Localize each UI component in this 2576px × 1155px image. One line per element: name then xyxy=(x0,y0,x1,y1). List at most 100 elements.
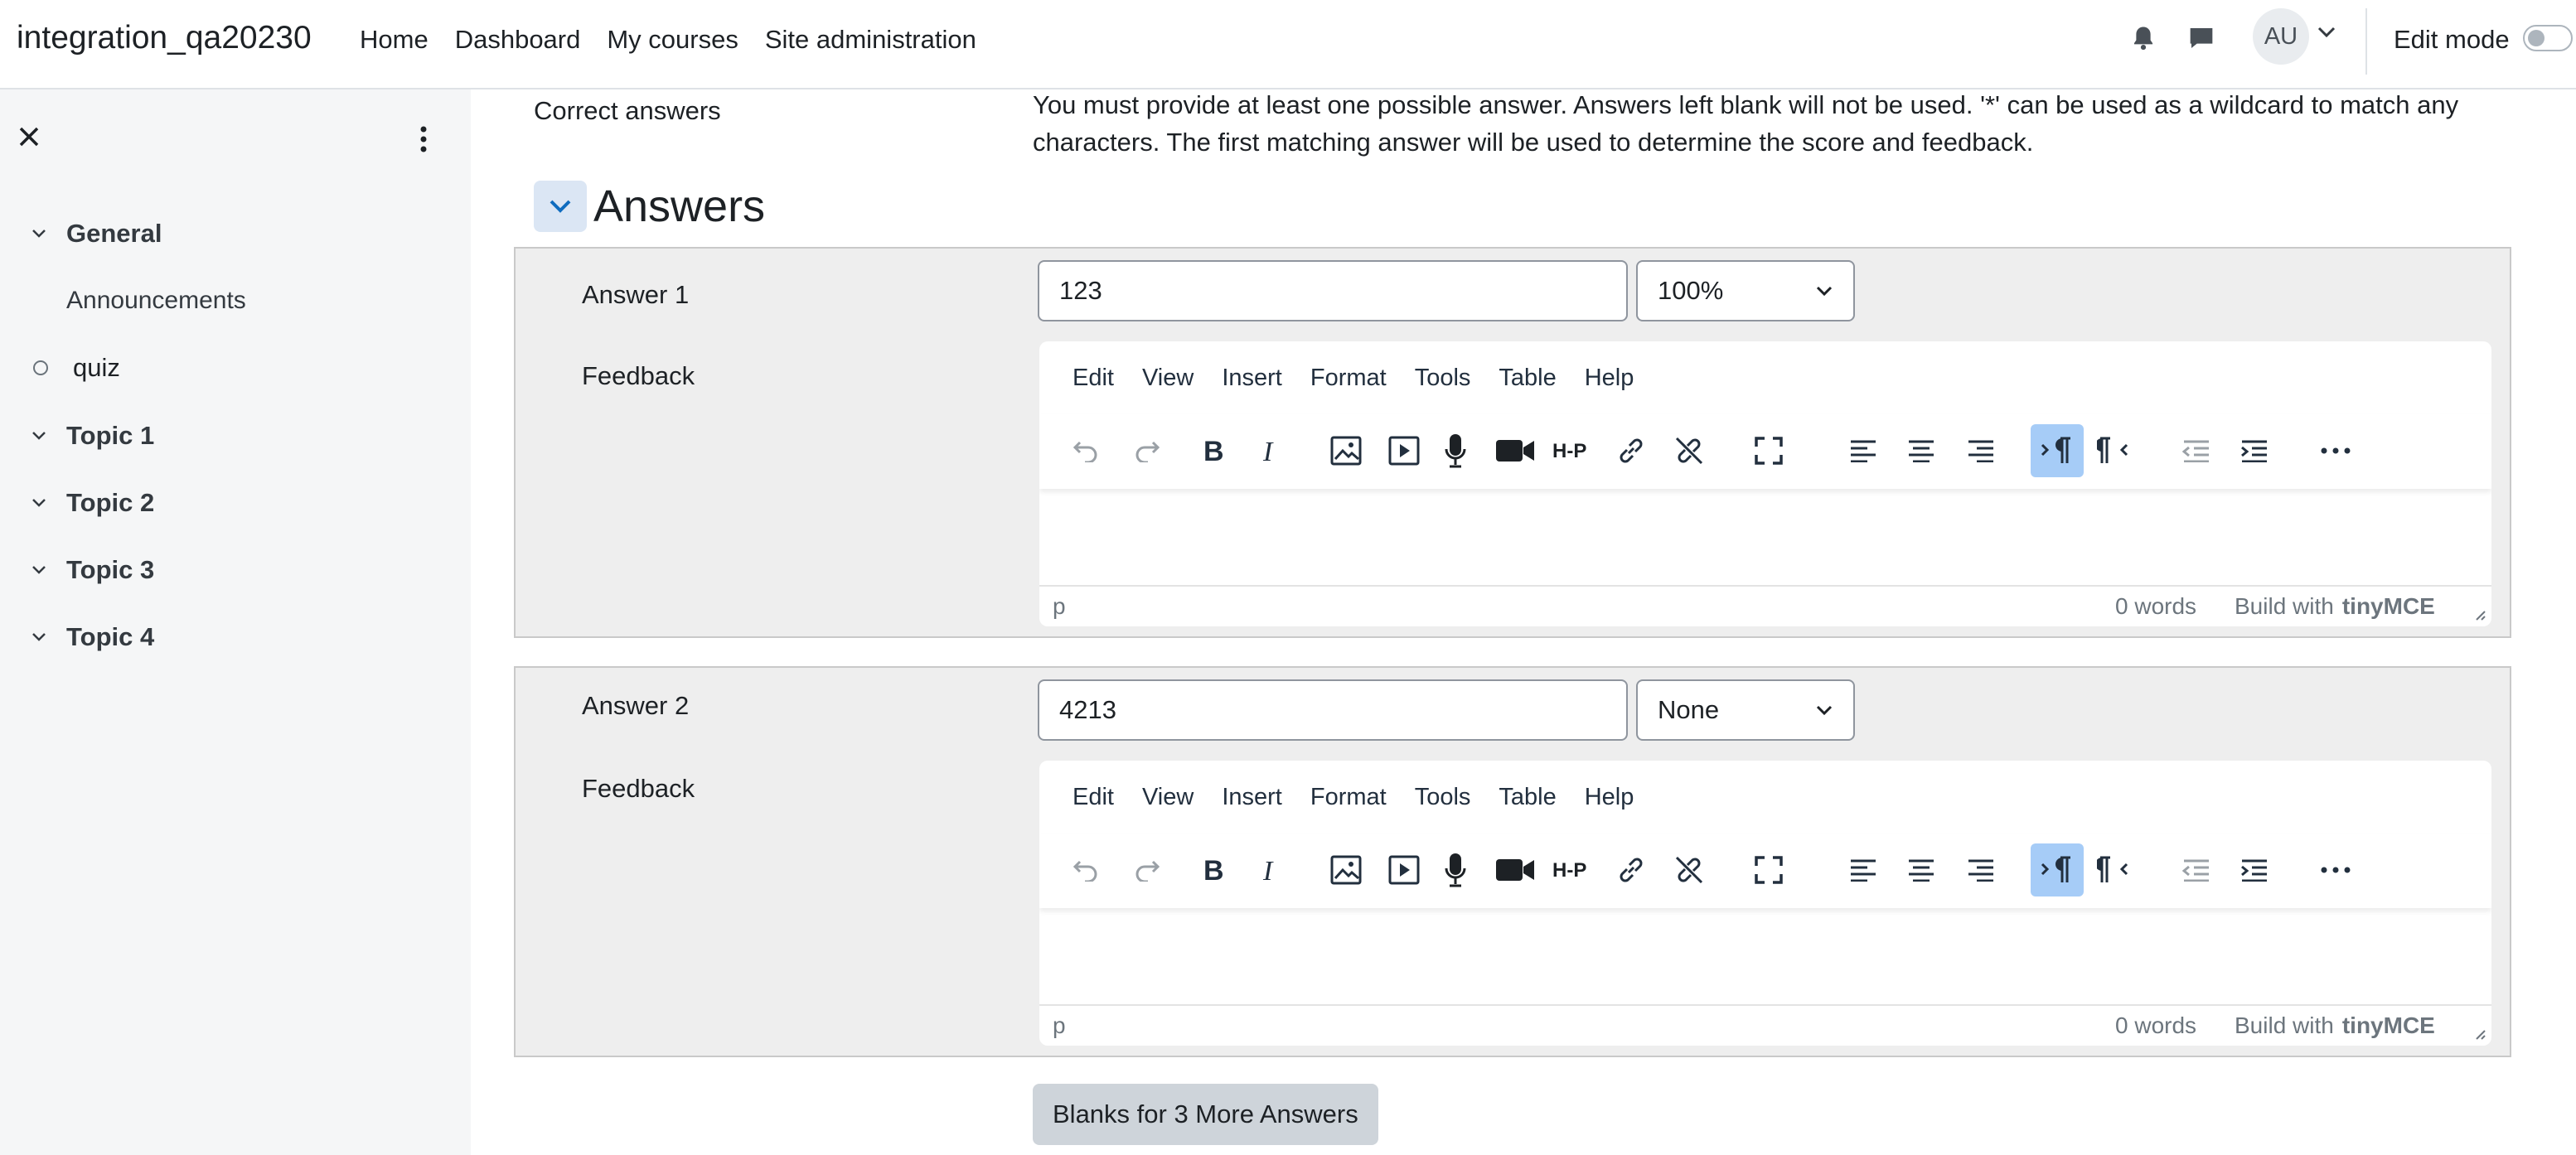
tinymce-branding[interactable]: Build with tinyMCE xyxy=(2235,1012,2435,1039)
h5p-icon[interactable]: H-P xyxy=(1547,424,1600,477)
nav-home[interactable]: Home xyxy=(360,25,429,55)
notifications-bell-icon[interactable] xyxy=(2127,22,2160,55)
undo-icon[interactable] xyxy=(1059,843,1112,896)
tinymce-branding[interactable]: Build with tinyMCE xyxy=(2235,593,2435,620)
rtl-icon[interactable] xyxy=(2087,424,2140,477)
nav-dashboard[interactable]: Dashboard xyxy=(455,25,581,55)
align-center-icon[interactable] xyxy=(1895,843,1948,896)
menu-view[interactable]: View xyxy=(1142,784,1194,811)
element-path[interactable]: p xyxy=(1053,593,1066,620)
link-icon[interactable] xyxy=(1605,424,1658,477)
menu-format[interactable]: Format xyxy=(1310,365,1387,392)
ltr-icon[interactable] xyxy=(2031,424,2084,477)
indent-icon[interactable] xyxy=(2228,843,2281,896)
menu-help[interactable]: Help xyxy=(1585,784,1634,811)
more-icon[interactable] xyxy=(2309,843,2362,896)
chevron-down-icon[interactable] xyxy=(28,565,50,575)
sidebar-item-announcements[interactable]: Announcements xyxy=(66,287,246,315)
redo-icon[interactable] xyxy=(1121,843,1174,896)
user-menu-chevron-down-icon[interactable] xyxy=(2317,27,2336,42)
image-icon[interactable] xyxy=(1319,424,1373,477)
answer-2-grade-select[interactable]: None xyxy=(1636,679,1855,741)
menu-edit[interactable]: Edit xyxy=(1073,784,1114,811)
site-name[interactable]: integration_qa20230 xyxy=(17,20,312,56)
sidebar-item-quiz[interactable]: quiz xyxy=(30,353,120,383)
h5p-icon[interactable]: H-P xyxy=(1547,843,1600,896)
word-count[interactable]: 0 words xyxy=(2115,593,2196,620)
menu-insert[interactable]: Insert xyxy=(1222,365,1282,392)
menu-help[interactable]: Help xyxy=(1585,365,1634,392)
media-icon[interactable] xyxy=(1378,424,1431,477)
sidebar-section-topic-1[interactable]: Topic 1 xyxy=(28,421,154,451)
sidebar-section-general[interactable]: General xyxy=(28,219,162,249)
media-icon[interactable] xyxy=(1378,843,1431,896)
align-center-icon[interactable] xyxy=(1895,424,1948,477)
align-left-icon[interactable] xyxy=(1837,424,1890,477)
rtl-icon[interactable] xyxy=(2087,843,2140,896)
collapse-answers-chevron-icon[interactable] xyxy=(534,181,587,232)
feedback-2-text-area[interactable] xyxy=(1039,908,2491,1006)
fullscreen-icon[interactable] xyxy=(1742,843,1795,896)
unlink-icon[interactable] xyxy=(1663,424,1716,477)
menu-tools[interactable]: Tools xyxy=(1415,784,1471,811)
blanks-for-more-answers-button[interactable]: Blanks for 3 More Answers xyxy=(1033,1084,1378,1145)
more-icon[interactable] xyxy=(2309,424,2362,477)
nav-my-courses[interactable]: My courses xyxy=(607,25,738,55)
resize-handle-icon[interactable] xyxy=(2473,1027,2486,1041)
svg-text:H-P: H-P xyxy=(1552,859,1586,882)
feedback-1-editor: Edit View Insert Format Tools Table Help… xyxy=(1039,341,2491,626)
menu-edit[interactable]: Edit xyxy=(1073,365,1114,392)
bold-icon[interactable]: B xyxy=(1185,424,1238,477)
image-icon[interactable] xyxy=(1319,843,1373,896)
menu-table[interactable]: Table xyxy=(1499,365,1556,392)
outdent-icon[interactable] xyxy=(2170,424,2223,477)
answer-1-input[interactable]: 123 xyxy=(1038,260,1628,321)
record-audio-icon[interactable] xyxy=(1429,424,1482,477)
drawer-options-kebab-icon[interactable] xyxy=(419,126,428,157)
menu-tools[interactable]: Tools xyxy=(1415,365,1471,392)
chevron-down-icon[interactable] xyxy=(28,498,50,508)
nav-site-administration[interactable]: Site administration xyxy=(765,25,976,55)
menu-table[interactable]: Table xyxy=(1499,784,1556,811)
align-left-icon[interactable] xyxy=(1837,843,1890,896)
resize-handle-icon[interactable] xyxy=(2473,608,2486,621)
fullscreen-icon[interactable] xyxy=(1742,424,1795,477)
sidebar-item-label: Topic 1 xyxy=(66,421,155,450)
word-count[interactable]: 0 words xyxy=(2115,1012,2196,1039)
chevron-down-icon[interactable] xyxy=(28,229,50,239)
record-video-icon[interactable] xyxy=(1489,424,1542,477)
ltr-icon[interactable] xyxy=(2031,843,2084,896)
sidebar-section-topic-3[interactable]: Topic 3 xyxy=(28,555,154,585)
record-video-icon[interactable] xyxy=(1489,843,1542,896)
align-right-icon[interactable] xyxy=(1954,424,2007,477)
align-right-icon[interactable] xyxy=(1954,843,2007,896)
redo-icon[interactable] xyxy=(1121,424,1174,477)
italic-icon[interactable]: I xyxy=(1243,424,1296,477)
sidebar-section-topic-2[interactable]: Topic 2 xyxy=(28,488,154,518)
chevron-down-icon[interactable] xyxy=(28,431,50,441)
bold-icon[interactable]: B xyxy=(1185,843,1238,896)
editor-menubar: Edit View Insert Format Tools Table Help xyxy=(1039,761,2491,834)
element-path[interactable]: p xyxy=(1053,1012,1066,1039)
sidebar-item-label: quiz xyxy=(73,353,120,382)
answer-1-grade-select[interactable]: 100% xyxy=(1636,260,1855,321)
link-icon[interactable] xyxy=(1605,843,1658,896)
italic-icon[interactable]: I xyxy=(1243,843,1296,896)
messages-chat-icon[interactable] xyxy=(2185,22,2218,55)
unlink-icon[interactable] xyxy=(1663,843,1716,896)
undo-icon[interactable] xyxy=(1059,424,1112,477)
feedback-1-text-area[interactable] xyxy=(1039,489,2491,587)
menu-insert[interactable]: Insert xyxy=(1222,784,1282,811)
chevron-down-icon[interactable] xyxy=(28,632,50,642)
indent-icon[interactable] xyxy=(2228,424,2281,477)
feedback-1-label: Feedback xyxy=(582,361,695,390)
close-drawer-icon[interactable] xyxy=(18,126,40,152)
record-audio-icon[interactable] xyxy=(1429,843,1482,896)
menu-format[interactable]: Format xyxy=(1310,784,1387,811)
outdent-icon[interactable] xyxy=(2170,843,2223,896)
menu-view[interactable]: View xyxy=(1142,365,1194,392)
answer-2-input[interactable]: 4213 xyxy=(1038,679,1628,741)
sidebar-section-topic-4[interactable]: Topic 4 xyxy=(28,622,154,652)
edit-mode-toggle[interactable] xyxy=(2523,25,2573,51)
user-avatar[interactable]: AU xyxy=(2253,8,2309,65)
